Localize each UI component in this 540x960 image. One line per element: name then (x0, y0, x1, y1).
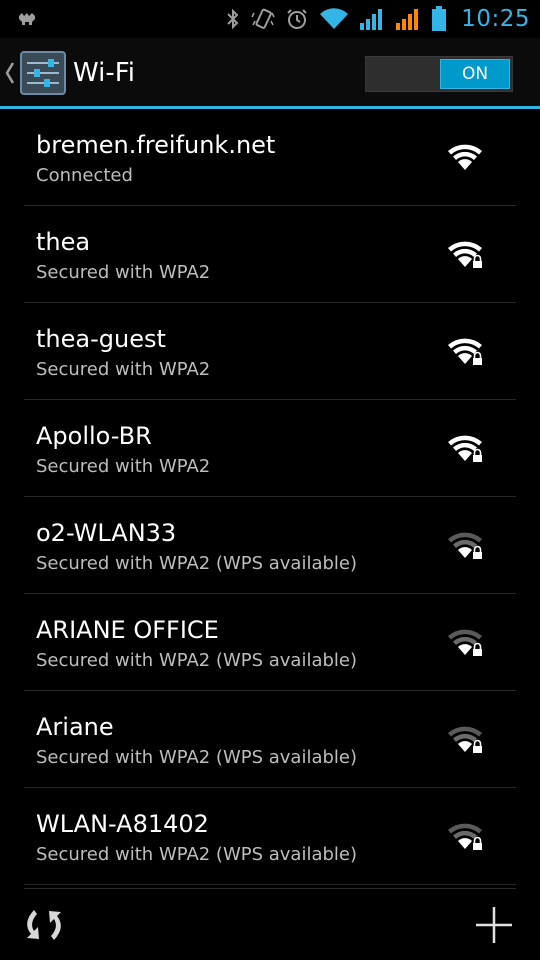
status-bar: 10:25 (0, 0, 540, 38)
wifi-signal-lock-icon (446, 530, 486, 562)
network-ssid: Apollo-BR (36, 422, 152, 450)
action-bar: Wi-Fi ON (0, 38, 540, 108)
network-row[interactable]: Apollo-BR Secured with WPA2 (0, 400, 540, 497)
divider (24, 884, 516, 885)
wifi-toggle[interactable]: ON (365, 56, 513, 92)
network-row[interactable]: thea-guest Secured with WPA2 (0, 303, 540, 400)
wifi-signal-lock-icon (446, 724, 486, 756)
add-icon (476, 907, 512, 943)
wifi-signal-lock-icon (446, 433, 486, 465)
network-summary: Secured with WPA2 (36, 359, 211, 380)
scan-button[interactable] (20, 901, 68, 949)
signal-bars-orange-icon (395, 7, 421, 31)
wifi-signal-lock-icon (446, 821, 486, 853)
battery-icon (431, 6, 447, 32)
network-ssid: thea (36, 228, 91, 256)
network-ssid: ARIANE OFFICE (36, 616, 219, 644)
notification-icon (16, 8, 38, 30)
network-ssid: Ariane (36, 713, 114, 741)
network-list: bremen.freifunk.net Connected thea Secur… (0, 109, 540, 889)
wifi-signal-lock-icon (446, 336, 486, 368)
wifi-signal-icon (446, 142, 486, 174)
network-summary: Secured with WPA2 (WPS available) (36, 747, 358, 768)
up-navigation-icon[interactable] (4, 60, 16, 86)
network-ssid: WLAN-A81402 (36, 810, 209, 838)
wifi-status-icon (319, 7, 349, 31)
network-row[interactable]: WLAN-A81402 Secured with WPA2 (WPS avail… (0, 788, 540, 885)
scan-icon (27, 910, 61, 940)
alarm-icon (285, 7, 309, 31)
wifi-signal-lock-icon (446, 239, 486, 271)
wifi-signal-lock-icon (446, 627, 486, 659)
wifi-settings-screen: 10:25 Wi-Fi ON bremen.freifunk.net Conne… (0, 0, 540, 960)
network-summary: Secured with WPA2 (36, 262, 211, 283)
status-clock: 10:25 (461, 6, 530, 32)
network-summary: Connected (36, 165, 133, 186)
network-row[interactable]: o2-WLAN33 Secured with WPA2 (WPS availab… (0, 497, 540, 594)
network-ssid: o2-WLAN33 (36, 519, 177, 547)
network-summary: Secured with WPA2 (WPS available) (36, 650, 358, 671)
page-title: Wi-Fi (73, 58, 136, 88)
vibrate-icon (251, 7, 275, 31)
network-summary: Secured with WPA2 (36, 456, 211, 477)
wifi-toggle-thumb[interactable]: ON (440, 59, 510, 89)
network-summary: Secured with WPA2 (WPS available) (36, 553, 358, 574)
add-network-button[interactable] (470, 901, 518, 949)
network-row[interactable]: thea Secured with WPA2 (0, 206, 540, 303)
network-ssid: thea-guest (36, 325, 166, 353)
bluetooth-icon (225, 7, 241, 31)
network-row[interactable]: bremen.freifunk.net Connected (0, 109, 540, 206)
network-summary: Secured with WPA2 (WPS available) (36, 844, 358, 865)
network-row[interactable]: Ariane Secured with WPA2 (WPS available) (0, 691, 540, 788)
signal-bars-blue-icon (359, 7, 385, 31)
bottom-action-bar (0, 889, 540, 960)
network-row[interactable]: ARIANE OFFICE Secured with WPA2 (WPS ava… (0, 594, 540, 691)
network-ssid: bremen.freifunk.net (36, 131, 276, 159)
settings-app-icon[interactable] (20, 51, 66, 95)
